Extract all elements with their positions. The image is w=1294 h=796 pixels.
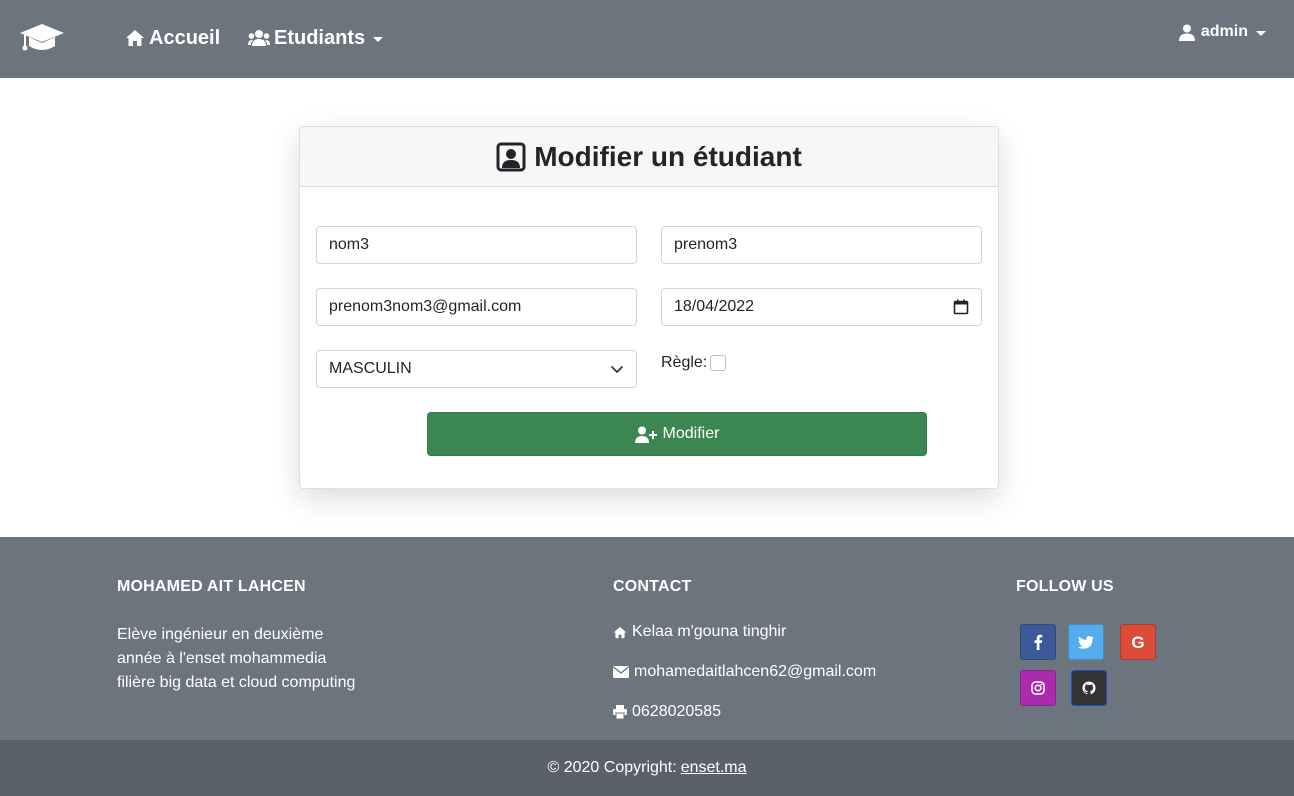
modifier-button[interactable]: Modifier [427, 412, 927, 456]
nom-input[interactable]: nom3 [316, 226, 637, 264]
follow-heading: FOLLOW US [1016, 578, 1114, 595]
twitter-button[interactable] [1068, 624, 1104, 660]
contact-email: mohamedaitlahcen62@gmail.com [613, 663, 876, 681]
nav-home-link[interactable]: Accueil [125, 25, 220, 51]
google-button[interactable]: G [1120, 624, 1156, 660]
chevron-down-icon [610, 364, 624, 374]
envelope-icon [613, 666, 629, 678]
contact-address: Kelaa m'gouna tinghir [613, 623, 786, 641]
contact-email-text: mohamedaitlahcen62@gmail.com [634, 663, 877, 680]
regle-field: Règle: [661, 354, 727, 372]
copyright-text: © 2020 Copyright: [547, 759, 677, 776]
instagram-icon [1031, 681, 1045, 695]
date-input-value: 18/04/2022 [674, 298, 755, 315]
nav-students-dropdown[interactable]: Etudiants [248, 25, 384, 51]
regle-checkbox[interactable] [710, 355, 727, 371]
date-input[interactable]: 18/04/2022 [661, 288, 982, 326]
user-icon [1178, 24, 1195, 41]
contact-phone-text: 0628020585 [632, 703, 721, 720]
prenom-input[interactable]: prenom3 [661, 226, 982, 264]
about-line: Elève ingénieur en deuxième [117, 626, 324, 643]
user-menu-label: admin [1200, 23, 1248, 40]
nav-students-label: Etudiants [274, 26, 366, 49]
prenom-input-value: prenom3 [674, 236, 738, 253]
contact-address-text: Kelaa m'gouna tinghir [632, 623, 787, 640]
facebook-button[interactable] [1020, 624, 1056, 660]
print-icon [613, 705, 627, 719]
nom-input-value: nom3 [329, 236, 370, 253]
copyright-bar: © 2020 Copyright: enset.ma [0, 740, 1294, 796]
calendar-icon[interactable] [953, 299, 969, 315]
footer: MOHAMED AIT LAHCEN Elève ingénieur en de… [0, 537, 1294, 740]
contact-heading: CONTACT [613, 578, 692, 595]
facebook-icon [1033, 634, 1043, 650]
instagram-button[interactable] [1020, 670, 1056, 706]
chevron-down-icon [1256, 30, 1266, 36]
copyright-link[interactable]: enset.ma [681, 759, 747, 777]
modifier-button-label: Modifier [662, 425, 720, 442]
home-icon [613, 626, 627, 639]
chevron-down-icon [373, 36, 384, 42]
graduation-cap-icon[interactable] [19, 22, 65, 54]
gender-select[interactable]: MASCULIN [316, 350, 637, 388]
home-icon [125, 29, 145, 47]
page-title: Modifier un étudiant [534, 140, 802, 172]
email-input[interactable]: prenom3nom3@gmail.com [316, 288, 637, 326]
email-input-value: prenom3nom3@gmail.com [329, 298, 522, 315]
user-id-card-icon [496, 142, 526, 172]
users-icon [248, 29, 270, 47]
github-icon [1082, 681, 1096, 695]
regle-label: Règle: [661, 354, 708, 371]
user-menu-dropdown[interactable]: admin [1178, 21, 1266, 43]
about-heading: MOHAMED AIT LAHCEN [117, 578, 306, 595]
about-line: année à l'enset mohammedia [117, 650, 327, 667]
contact-phone: 0628020585 [613, 703, 721, 721]
user-plus-icon [634, 426, 657, 443]
about-text: Elève ingénieur en deuxième année à l'en… [117, 623, 417, 695]
nav-home-label: Accueil [149, 26, 221, 49]
github-button[interactable] [1071, 670, 1107, 706]
edit-student-card: Modifier un étudiant nom3 prenom3 prenom… [299, 126, 999, 489]
about-line: filière big data et cloud computing [117, 674, 356, 691]
gender-select-value: MASCULIN [329, 360, 412, 377]
twitter-icon [1078, 635, 1094, 649]
card-header: Modifier un étudiant [300, 127, 998, 187]
google-icon: G [1131, 632, 1145, 652]
top-navbar: Accueil Etudiants admin [0, 0, 1294, 78]
